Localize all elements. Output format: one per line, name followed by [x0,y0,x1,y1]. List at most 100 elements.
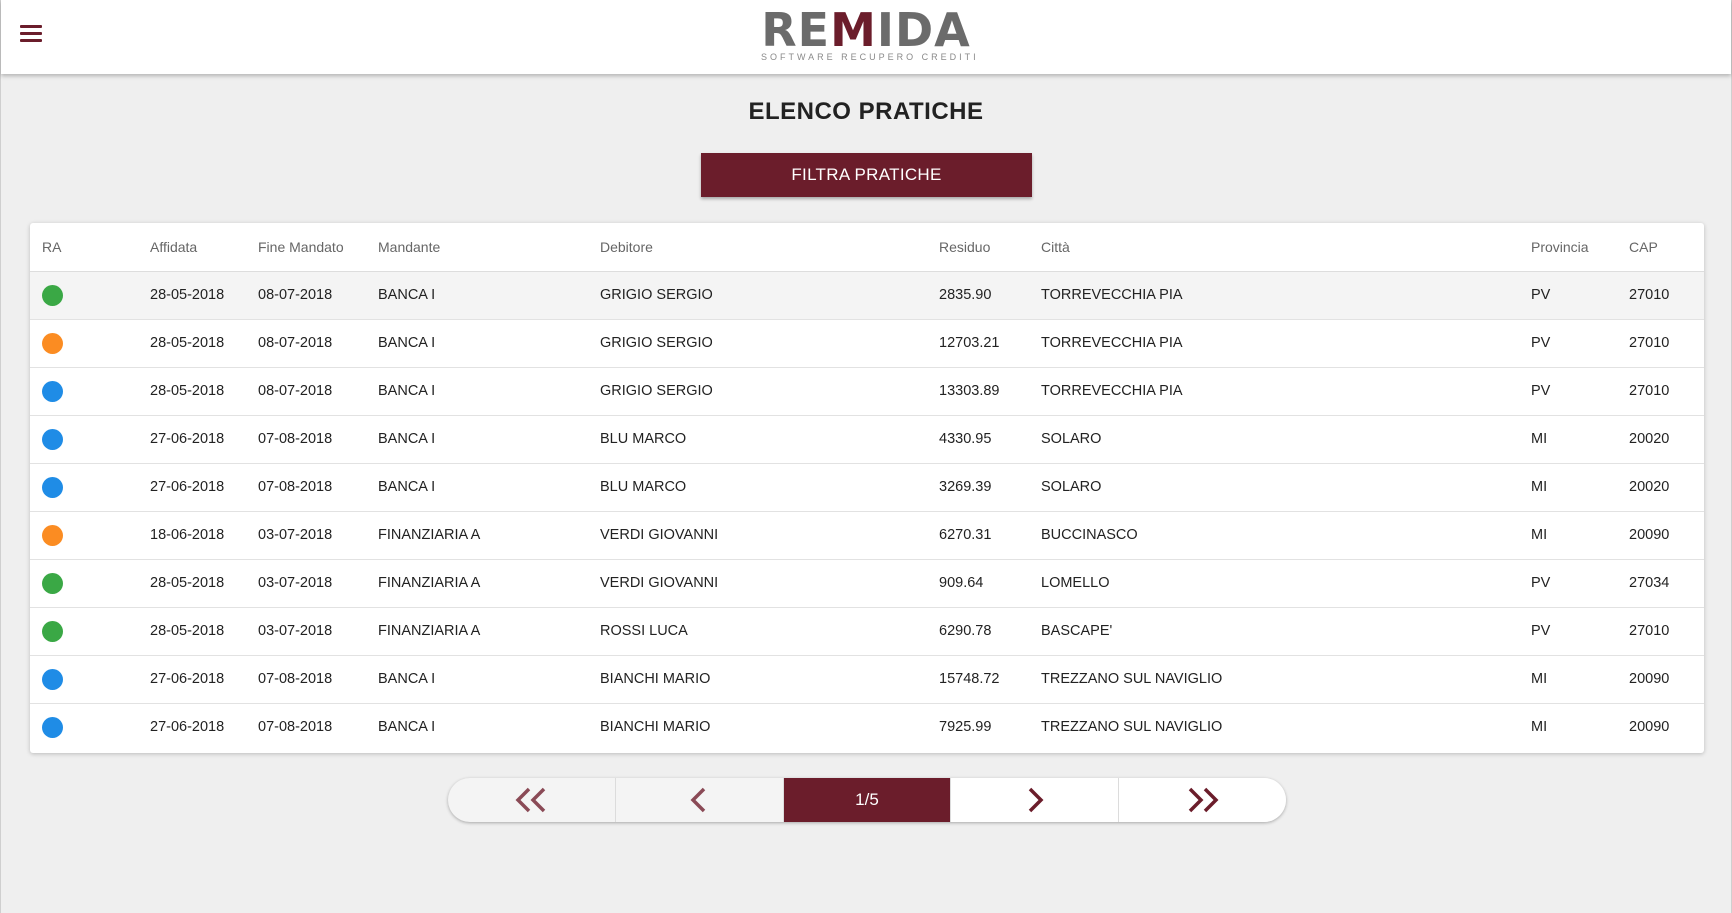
affidata-cell: 28-05-2018 [138,559,246,608]
mandante-cell: BANCA I [366,463,588,512]
affidata-cell: 28-05-2018 [138,319,246,368]
ra-cell [30,415,138,464]
status-dot-blue [42,380,63,402]
residuo-cell: 6270.31 [927,511,1029,560]
status-dot-blue [42,716,63,738]
cap-cell: 20090 [1629,719,1670,736]
debitore-cell: BLU MARCO [588,463,927,512]
column-header-mandante[interactable]: Mandante [366,223,588,272]
residuo-cell: 7925.99 [939,719,992,736]
column-header-affidata[interactable]: Affidata [138,223,246,272]
status-dot-green [42,284,63,306]
fine-mandato-cell: 03-07-2018 [246,607,366,656]
table-row[interactable]: 28-05-2018 08-07-2018 BANCA I GRIGIO SERGIO… [30,367,1704,416]
ra-cell [30,559,138,608]
table-header-row: RA Affidata Fine Mandato Mandante Debitore Re… [30,223,1704,272]
next-page-button[interactable] [951,778,1120,822]
status-dot-blue [42,668,63,690]
cap-cell: 27010 [1617,367,1704,416]
debitore-cell: BIANCHI MARIO [600,719,711,736]
cap-cell: 20090 [1617,511,1704,560]
mandante-cell: BANCA I [378,719,436,736]
column-header-provincia[interactable]: Provincia [1519,223,1617,272]
column-header-citta[interactable]: Città [1029,223,1519,272]
cap-cell: 27010 [1617,319,1704,368]
table-row[interactable]: 28-05-2018 03-07-2018 FINANZIARIA A VERDI G… [30,559,1704,608]
provincia-cell: MI [1519,511,1617,560]
affidata-cell: 28-05-2018 [138,271,246,320]
mandante-cell: FINANZIARIA A [366,607,588,656]
affidata-cell: 18-06-2018 [138,511,246,560]
fine-mandato-cell: 07-08-2018 [246,655,366,704]
fine-mandato-cell: 07-08-2018 [246,463,366,512]
ra-cell [30,319,138,368]
status-dot-orange [42,332,63,354]
provincia-cell: MI [1519,415,1617,464]
affidata-cell: 27-06-2018 [138,655,246,704]
affidata-cell: 27-06-2018 [150,719,225,736]
cap-cell: 27010 [1617,607,1704,656]
cap-cell: 27034 [1617,559,1704,608]
ra-cell [30,511,138,560]
first-page-button[interactable] [448,778,616,822]
affidata-cell: 28-05-2018 [138,607,246,656]
residuo-cell: 909.64 [927,559,1029,608]
top-bar: REMIDA SOFTWARE RECUPERO CREDITI [1,0,1731,74]
table-row[interactable]: 28-05-2018 08-07-2018 BANCA I GRIGIO SERGIO… [30,319,1704,368]
last-page-button[interactable] [1119,778,1286,822]
debitore-cell: GRIGIO SERGIO [588,271,927,320]
first-page-icon [515,787,546,813]
fine-mandato-cell: 08-07-2018 [246,319,366,368]
table-row[interactable]: 28-05-2018 03-07-2018 FINANZIARIA A ROSSI L… [30,607,1704,656]
fine-mandato-cell: 08-07-2018 [246,367,366,416]
ra-cell [30,367,138,416]
pagination: 1/5 [448,778,1286,822]
page-title: ELENCO PRATICHE [748,98,984,125]
table-row[interactable]: 27-06-2018 07-08-2018 BANCA I BLU MARCO 3269… [30,463,1704,512]
table-row[interactable]: 28-05-2018 08-07-2018 BANCA I GRIGIO SERGIO… [30,271,1704,320]
mandante-cell: BANCA I [366,415,588,464]
table-row[interactable]: 18-06-2018 03-07-2018 FINANZIARIA A VERDI G… [30,511,1704,560]
citta-cell: LOMELLO [1029,559,1519,608]
previous-page-icon [690,787,706,813]
status-dot-green [42,572,63,594]
table-row[interactable]: 27-06-2018 07-08-2018 BANCA I BIANCHI MARIO… [30,703,1704,751]
debitore-cell: BIANCHI MARIO [588,655,927,704]
mandante-cell: BANCA I [366,271,588,320]
provincia-cell: PV [1519,319,1617,368]
fine-mandato-cell: 03-07-2018 [246,511,366,560]
table-row[interactable]: 27-06-2018 07-08-2018 BANCA I BIANCHI MARIO… [30,655,1704,704]
residuo-cell: 15748.72 [927,655,1029,704]
current-page-indicator: 1/5 [783,778,952,822]
debitore-cell: GRIGIO SERGIO [588,319,927,368]
column-header-debitore[interactable]: Debitore [588,223,927,272]
remida-logo: REMIDA SOFTWARE RECUPERO CREDITI [761,3,979,62]
debitore-cell: GRIGIO SERGIO [588,367,927,416]
affidata-cell: 28-05-2018 [138,367,246,416]
filter-button[interactable]: FILTRA PRATICHE [701,153,1032,197]
citta-cell: SOLARO [1029,463,1519,512]
provincia-cell: MI [1531,719,1548,736]
debitore-cell: VERDI GIOVANNI [588,511,927,560]
column-header-cap[interactable]: CAP [1617,223,1704,272]
fine-mandato-cell: 07-08-2018 [246,415,366,464]
fine-mandato-cell: 03-07-2018 [246,559,366,608]
column-header-ra[interactable]: RA [30,223,138,272]
table-row[interactable]: 27-06-2018 07-08-2018 BANCA I BLU MARCO 4330… [30,415,1704,464]
citta-cell: BASCAPE' [1029,607,1519,656]
mandante-cell: BANCA I [366,319,588,368]
debitore-cell: ROSSI LUCA [588,607,927,656]
column-header-fine-mandato[interactable]: Fine Mandato [246,223,366,272]
residuo-cell: 12703.21 [927,319,1029,368]
provincia-cell: MI [1519,463,1617,512]
residuo-cell: 6290.78 [927,607,1029,656]
practices-table: RA Affidata Fine Mandato Mandante Debitore Re… [30,223,1704,751]
mandante-cell: FINANZIARIA A [366,559,588,608]
debitore-cell: VERDI GIOVANNI [588,559,927,608]
column-header-residuo[interactable]: Residuo [927,223,1029,272]
hamburger-menu-icon[interactable] [17,22,47,48]
previous-page-button[interactable] [616,778,784,822]
mandante-cell: BANCA I [366,655,588,704]
provincia-cell: PV [1519,271,1617,320]
residuo-cell: 4330.95 [927,415,1029,464]
